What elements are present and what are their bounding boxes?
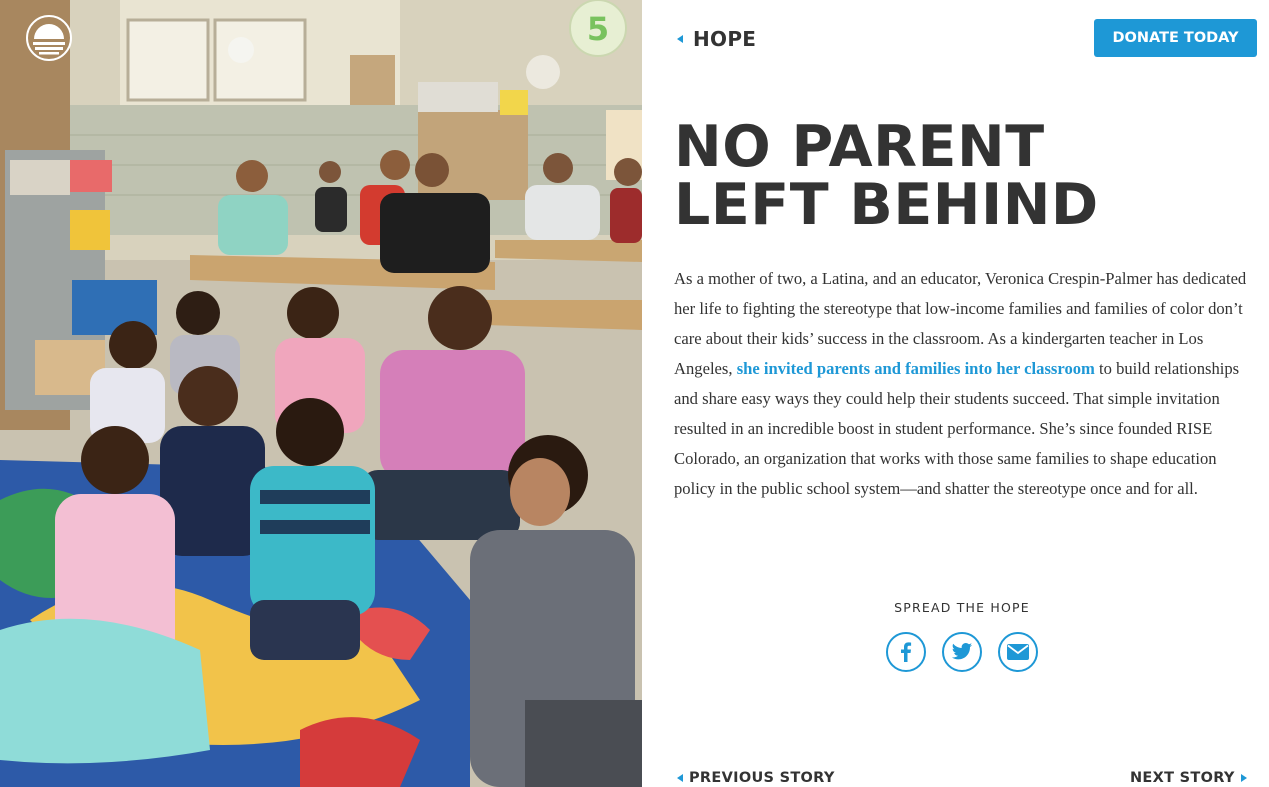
facebook-icon: [901, 642, 912, 662]
previous-story-label: PREVIOUS STORY: [689, 770, 835, 786]
twitter-icon: [951, 643, 973, 660]
body-text-after-link: to build relationships and share easy wa…: [674, 359, 1240, 498]
email-icon: [1007, 644, 1029, 660]
logo-mark-icon: [33, 24, 65, 55]
caret-left-icon: [677, 35, 683, 43]
next-story-link[interactable]: NEXT STORY: [1130, 770, 1247, 786]
story-body: As a mother of two, a Latina, and an edu…: [674, 264, 1254, 504]
title-line-2: LEFT BEHIND: [674, 172, 1099, 238]
caret-right-icon: [1240, 774, 1247, 782]
back-to-hope-link[interactable]: HOPE: [677, 27, 756, 51]
caret-left-icon: [677, 774, 683, 782]
page-title: NO PARENT LEFT BEHIND: [674, 118, 1234, 234]
classroom-illustration: 5: [0, 0, 642, 787]
twitter-share-button[interactable]: [942, 632, 982, 672]
obama-foundation-logo[interactable]: [26, 15, 72, 61]
title-line-1: NO PARENT: [674, 114, 1045, 180]
wall-number: 5: [587, 10, 609, 48]
donate-button[interactable]: DONATE TODAY: [1094, 19, 1257, 57]
next-story-label: NEXT STORY: [1130, 770, 1235, 786]
share-label: SPREAD THE HOPE: [894, 600, 1030, 615]
previous-story-link[interactable]: PREVIOUS STORY: [677, 770, 835, 786]
classroom-story-link[interactable]: she invited parents and families into he…: [737, 359, 1095, 378]
facebook-share-button[interactable]: [886, 632, 926, 672]
back-link-label: HOPE: [693, 27, 757, 51]
email-share-button[interactable]: [998, 632, 1038, 672]
hero-photo: 5: [0, 0, 642, 787]
